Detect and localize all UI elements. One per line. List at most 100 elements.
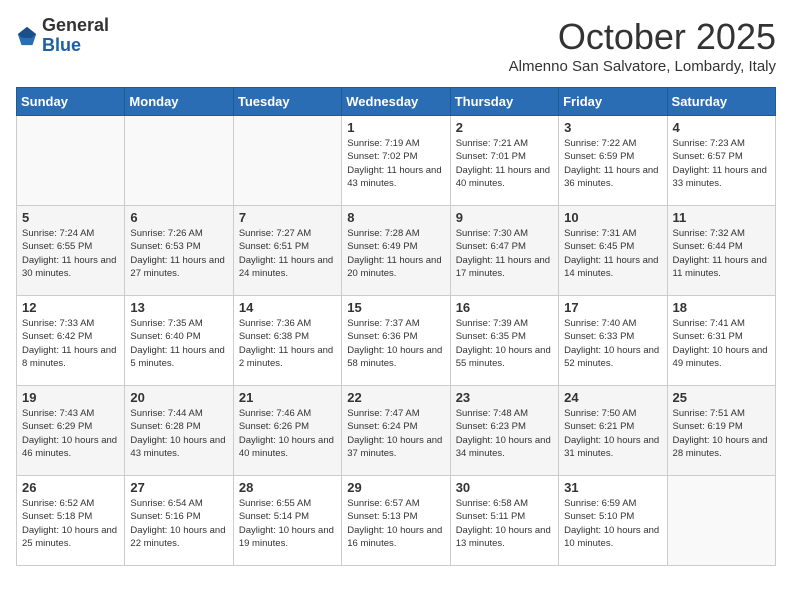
day-info: Sunrise: 7:48 AMSunset: 6:23 PMDaylight:… bbox=[456, 407, 553, 460]
calendar-header-row: SundayMondayTuesdayWednesdayThursdayFrid… bbox=[17, 88, 776, 116]
day-number: 21 bbox=[239, 390, 336, 405]
day-number: 7 bbox=[239, 210, 336, 225]
day-info: Sunrise: 7:28 AMSunset: 6:49 PMDaylight:… bbox=[347, 227, 444, 280]
day-info: Sunrise: 7:36 AMSunset: 6:38 PMDaylight:… bbox=[239, 317, 336, 370]
day-info: Sunrise: 6:54 AMSunset: 5:16 PMDaylight:… bbox=[130, 497, 227, 550]
day-info: Sunrise: 7:41 AMSunset: 6:31 PMDaylight:… bbox=[673, 317, 770, 370]
day-info: Sunrise: 7:26 AMSunset: 6:53 PMDaylight:… bbox=[130, 227, 227, 280]
calendar-cell: 2 Sunrise: 7:21 AMSunset: 7:01 PMDaylight… bbox=[450, 116, 558, 206]
day-header-monday: Monday bbox=[125, 88, 233, 116]
day-number: 1 bbox=[347, 120, 444, 135]
day-number: 17 bbox=[564, 300, 661, 315]
day-info: Sunrise: 7:22 AMSunset: 6:59 PMDaylight:… bbox=[564, 137, 661, 190]
day-number: 22 bbox=[347, 390, 444, 405]
logo: General Blue bbox=[16, 16, 109, 56]
day-info: Sunrise: 6:58 AMSunset: 5:11 PMDaylight:… bbox=[456, 497, 553, 550]
day-number: 9 bbox=[456, 210, 553, 225]
day-info: Sunrise: 7:39 AMSunset: 6:35 PMDaylight:… bbox=[456, 317, 553, 370]
calendar-week-row: 12 Sunrise: 7:33 AMSunset: 6:42 PMDayligh… bbox=[17, 296, 776, 386]
calendar-cell: 29 Sunrise: 6:57 AMSunset: 5:13 PMDayligh… bbox=[342, 476, 450, 566]
day-number: 26 bbox=[22, 480, 119, 495]
day-info: Sunrise: 7:50 AMSunset: 6:21 PMDaylight:… bbox=[564, 407, 661, 460]
day-number: 5 bbox=[22, 210, 119, 225]
day-number: 30 bbox=[456, 480, 553, 495]
calendar-cell: 13Sunrise: 7:35 AMSunset: 6:40 PMDayligh… bbox=[125, 296, 233, 386]
calendar-cell: 5 Sunrise: 7:24 AMSunset: 6:55 PMDaylight… bbox=[17, 206, 125, 296]
calendar-cell: 6 Sunrise: 7:26 AMSunset: 6:53 PMDaylight… bbox=[125, 206, 233, 296]
logo-blue: Blue bbox=[42, 36, 109, 56]
day-header-wednesday: Wednesday bbox=[342, 88, 450, 116]
calendar-cell: 17 Sunrise: 7:40 AMSunset: 6:33 PMDayligh… bbox=[559, 296, 667, 386]
calendar-cell: 23 Sunrise: 7:48 AMSunset: 6:23 PMDayligh… bbox=[450, 386, 558, 476]
day-number: 25 bbox=[673, 390, 770, 405]
calendar-cell bbox=[233, 116, 341, 206]
day-info: Sunrise: 7:51 AMSunset: 6:19 PMDaylight:… bbox=[673, 407, 770, 460]
day-info: Sunrise: 7:33 AMSunset: 6:42 PMDaylight:… bbox=[22, 317, 119, 370]
calendar-cell: 19 Sunrise: 7:43 AMSunset: 6:29 PMDayligh… bbox=[17, 386, 125, 476]
day-info: Sunrise: 7:21 AMSunset: 7:01 PMDaylight:… bbox=[456, 137, 553, 190]
page-header: General Blue October 2025 Almenno San Sa… bbox=[16, 16, 776, 75]
day-info: Sunrise: 6:57 AMSunset: 5:13 PMDaylight:… bbox=[347, 497, 444, 550]
day-number: 23 bbox=[456, 390, 553, 405]
day-header-sunday: Sunday bbox=[17, 88, 125, 116]
title-section: October 2025 Almenno San Salvatore, Lomb… bbox=[509, 16, 776, 75]
day-number: 15 bbox=[347, 300, 444, 315]
calendar-cell: 7 Sunrise: 7:27 AMSunset: 6:51 PMDaylight… bbox=[233, 206, 341, 296]
day-info: Sunrise: 6:59 AMSunset: 5:10 PMDaylight:… bbox=[564, 497, 661, 550]
day-header-friday: Friday bbox=[559, 88, 667, 116]
day-info: Sunrise: 7:35 AMSunset: 6:40 PMDaylight:… bbox=[130, 317, 227, 370]
day-info: Sunrise: 6:52 AMSunset: 5:18 PMDaylight:… bbox=[22, 497, 119, 550]
calendar-cell: 18 Sunrise: 7:41 AMSunset: 6:31 PMDayligh… bbox=[667, 296, 775, 386]
location-subtitle: Almenno San Salvatore, Lombardy, Italy bbox=[509, 58, 776, 75]
calendar-cell: 26 Sunrise: 6:52 AMSunset: 5:18 PMDayligh… bbox=[17, 476, 125, 566]
calendar-cell: 16Sunrise: 7:39 AMSunset: 6:35 PMDayligh… bbox=[450, 296, 558, 386]
day-info: Sunrise: 7:44 AMSunset: 6:28 PMDaylight:… bbox=[130, 407, 227, 460]
day-number: 19 bbox=[22, 390, 119, 405]
calendar-cell: 30 Sunrise: 6:58 AMSunset: 5:11 PMDayligh… bbox=[450, 476, 558, 566]
day-info: Sunrise: 6:55 AMSunset: 5:14 PMDaylight:… bbox=[239, 497, 336, 550]
calendar-cell: 9 Sunrise: 7:30 AMSunset: 6:47 PMDaylight… bbox=[450, 206, 558, 296]
day-info: Sunrise: 7:30 AMSunset: 6:47 PMDaylight:… bbox=[456, 227, 553, 280]
day-number: 11 bbox=[673, 210, 770, 225]
day-number: 18 bbox=[673, 300, 770, 315]
calendar-cell: 10 Sunrise: 7:31 AMSunset: 6:45 PMDayligh… bbox=[559, 206, 667, 296]
calendar-week-row: 19 Sunrise: 7:43 AMSunset: 6:29 PMDayligh… bbox=[17, 386, 776, 476]
calendar-table: SundayMondayTuesdayWednesdayThursdayFrid… bbox=[16, 87, 776, 566]
calendar-cell: 28 Sunrise: 6:55 AMSunset: 5:14 PMDayligh… bbox=[233, 476, 341, 566]
calendar-cell: 8 Sunrise: 7:28 AMSunset: 6:49 PMDaylight… bbox=[342, 206, 450, 296]
day-info: Sunrise: 7:27 AMSunset: 6:51 PMDaylight:… bbox=[239, 227, 336, 280]
calendar-cell: 1 Sunrise: 7:19 AMSunset: 7:02 PMDaylight… bbox=[342, 116, 450, 206]
calendar-cell: 22 Sunrise: 7:47 AMSunset: 6:24 PMDayligh… bbox=[342, 386, 450, 476]
day-number: 10 bbox=[564, 210, 661, 225]
day-info: Sunrise: 7:46 AMSunset: 6:26 PMDaylight:… bbox=[239, 407, 336, 460]
day-number: 29 bbox=[347, 480, 444, 495]
day-info: Sunrise: 7:37 AMSunset: 6:36 PMDaylight:… bbox=[347, 317, 444, 370]
calendar-cell: 31 Sunrise: 6:59 AMSunset: 5:10 PMDayligh… bbox=[559, 476, 667, 566]
day-info: Sunrise: 7:31 AMSunset: 6:45 PMDaylight:… bbox=[564, 227, 661, 280]
day-number: 8 bbox=[347, 210, 444, 225]
day-info: Sunrise: 7:32 AMSunset: 6:44 PMDaylight:… bbox=[673, 227, 770, 280]
calendar-week-row: 26 Sunrise: 6:52 AMSunset: 5:18 PMDayligh… bbox=[17, 476, 776, 566]
logo-general: General bbox=[42, 16, 109, 36]
day-info: Sunrise: 7:19 AMSunset: 7:02 PMDaylight:… bbox=[347, 137, 444, 190]
day-number: 24 bbox=[564, 390, 661, 405]
day-number: 12 bbox=[22, 300, 119, 315]
day-header-tuesday: Tuesday bbox=[233, 88, 341, 116]
day-number: 31 bbox=[564, 480, 661, 495]
day-number: 6 bbox=[130, 210, 227, 225]
calendar-cell: 14 Sunrise: 7:36 AMSunset: 6:38 PMDayligh… bbox=[233, 296, 341, 386]
day-header-thursday: Thursday bbox=[450, 88, 558, 116]
month-title: October 2025 bbox=[509, 16, 776, 58]
day-info: Sunrise: 7:43 AMSunset: 6:29 PMDaylight:… bbox=[22, 407, 119, 460]
logo-icon bbox=[16, 25, 38, 47]
day-info: Sunrise: 7:47 AMSunset: 6:24 PMDaylight:… bbox=[347, 407, 444, 460]
day-info: Sunrise: 7:40 AMSunset: 6:33 PMDaylight:… bbox=[564, 317, 661, 370]
day-number: 14 bbox=[239, 300, 336, 315]
day-number: 28 bbox=[239, 480, 336, 495]
calendar-week-row: 5 Sunrise: 7:24 AMSunset: 6:55 PMDaylight… bbox=[17, 206, 776, 296]
calendar-week-row: 1 Sunrise: 7:19 AMSunset: 7:02 PMDaylight… bbox=[17, 116, 776, 206]
calendar-cell: 4Sunrise: 7:23 AMSunset: 6:57 PMDaylight… bbox=[667, 116, 775, 206]
day-info: Sunrise: 7:24 AMSunset: 6:55 PMDaylight:… bbox=[22, 227, 119, 280]
day-number: 2 bbox=[456, 120, 553, 135]
day-info: Sunrise: 7:23 AMSunset: 6:57 PMDaylight:… bbox=[673, 137, 770, 190]
